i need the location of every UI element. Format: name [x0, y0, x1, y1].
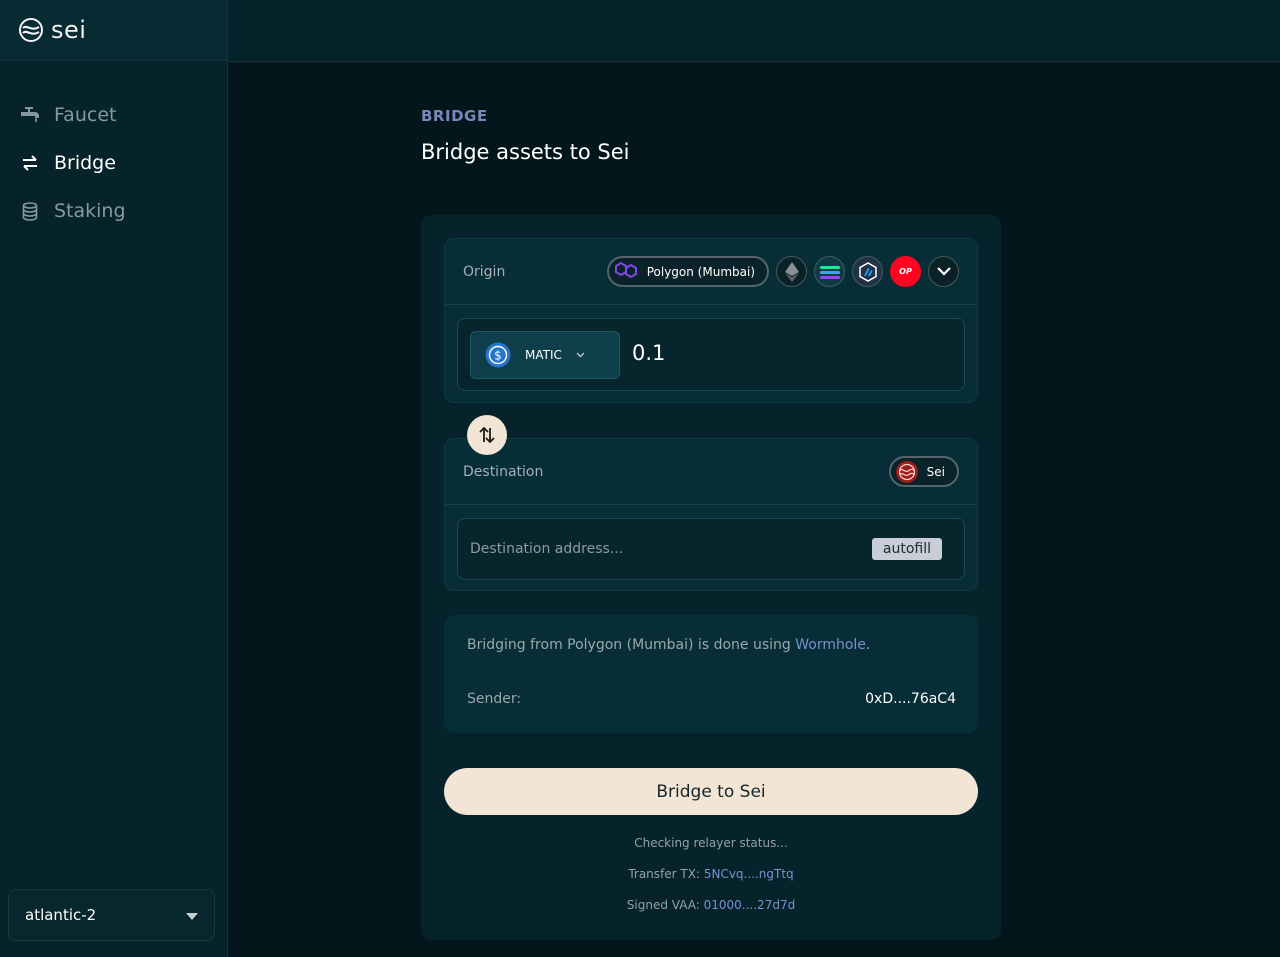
chain-ethereum-button[interactable] — [776, 256, 807, 287]
signed-vaa-link[interactable]: 01000....27d7d — [704, 898, 796, 912]
signed-vaa-label: Signed VAA: — [626, 898, 700, 912]
transfer-tx-label: Transfer TX: — [628, 867, 700, 881]
sidebar-item-staking[interactable]: Staking — [0, 187, 227, 235]
bridge-info-panel: Bridging from Polygon (Mumbai) is done u… — [444, 615, 978, 733]
sidebar-item-faucet[interactable]: Faucet — [0, 91, 227, 139]
destination-label: Destination — [463, 463, 544, 480]
database-stack-icon — [20, 201, 40, 221]
origin-label: Origin — [463, 263, 506, 280]
destination-address-input[interactable] — [470, 541, 850, 557]
network-select-value: atlantic-2 — [25, 906, 97, 924]
brand-logo[interactable]: sei — [0, 0, 227, 61]
sender-address: 0xD....76aC4 — [865, 691, 956, 707]
sidebar-item-label: Faucet — [54, 104, 117, 126]
chain-optimism-button[interactable]: OP — [890, 256, 921, 287]
chevron-down-icon — [576, 352, 585, 358]
origin-header: Origin Polygon (Mumbai) OP — [445, 239, 977, 305]
autofill-button[interactable]: autofill — [871, 538, 942, 560]
usdc-token-icon: $ — [485, 342, 511, 368]
arbitrum-icon — [858, 261, 877, 282]
swap-arrows-icon — [479, 426, 495, 444]
destination-chain-sei[interactable]: Sei — [888, 456, 959, 487]
page-title: Bridge assets to Sei — [421, 140, 630, 164]
sei-logo-icon — [19, 18, 43, 42]
optimism-icon: OP — [899, 267, 912, 276]
transfer-tx-row: Transfer TX: 5NCvq....ngTtq — [421, 867, 1001, 881]
sender-label: Sender: — [467, 691, 522, 707]
amount-input[interactable]: 0.1 — [632, 341, 665, 365]
token-label: MATIC — [525, 348, 562, 362]
bridge-card: Origin Polygon (Mumbai) OP $ MATIC 0.1 D… — [421, 215, 1001, 940]
token-select[interactable]: $ MATIC — [470, 331, 620, 379]
chain-solana-button[interactable] — [814, 256, 845, 287]
bridge-info-prefix: Bridging from Polygon (Mumbai) is done u… — [467, 637, 796, 653]
sidebar-nav: Faucet Bridge Staking — [0, 61, 227, 235]
destination-address-box: autofill — [457, 518, 965, 580]
bridge-info-text: Bridging from Polygon (Mumbai) is done u… — [467, 637, 870, 653]
polygon-icon — [613, 259, 639, 284]
brand-name: sei — [51, 16, 87, 44]
destination-header: Destination Sei — [445, 439, 977, 505]
origin-panel: Origin Polygon (Mumbai) OP $ MATIC 0.1 — [444, 238, 978, 403]
amount-box: $ MATIC 0.1 — [457, 318, 965, 391]
chevron-down-icon — [936, 267, 951, 276]
sidebar-item-label: Bridge — [54, 152, 116, 174]
solana-icon — [819, 265, 840, 279]
sei-chain-icon — [895, 460, 918, 483]
transfer-tx-link[interactable]: 5NCvq....ngTtq — [704, 867, 794, 881]
selected-chain-label: Polygon (Mumbai) — [646, 264, 755, 279]
more-chains-button[interactable] — [928, 256, 959, 287]
sidebar-item-bridge[interactable]: Bridge — [0, 139, 227, 187]
page-kicker: BRIDGE — [421, 107, 488, 125]
signed-vaa-row: Signed VAA: 01000....27d7d — [421, 898, 1001, 912]
origin-chain-selector: Polygon (Mumbai) OP — [606, 256, 959, 287]
destination-panel: Destination Sei autofill — [444, 438, 978, 591]
destination-chain-label: Sei — [926, 464, 945, 479]
relayer-status: Checking relayer status... — [634, 836, 788, 850]
ethereum-icon — [784, 261, 799, 282]
chain-arbitrum-button[interactable] — [852, 256, 883, 287]
svg-text:$: $ — [494, 349, 502, 363]
sidebar-item-label: Staking — [54, 200, 126, 222]
wormhole-link[interactable]: Wormhole — [795, 637, 866, 653]
selected-chain-polygon[interactable]: Polygon (Mumbai) — [606, 256, 769, 287]
bridge-info-suffix: . — [865, 637, 871, 653]
faucet-icon — [20, 105, 40, 125]
arrows-exchange-icon — [20, 153, 40, 173]
swap-direction-button[interactable] — [467, 415, 507, 455]
sidebar: sei Faucet Bridge Staking atlantic-2 — [0, 0, 228, 957]
top-bar — [228, 0, 1280, 62]
network-select[interactable]: atlantic-2 — [8, 889, 215, 941]
bridge-to-sei-button[interactable]: Bridge to Sei — [444, 768, 978, 815]
caret-down-icon — [186, 906, 198, 924]
